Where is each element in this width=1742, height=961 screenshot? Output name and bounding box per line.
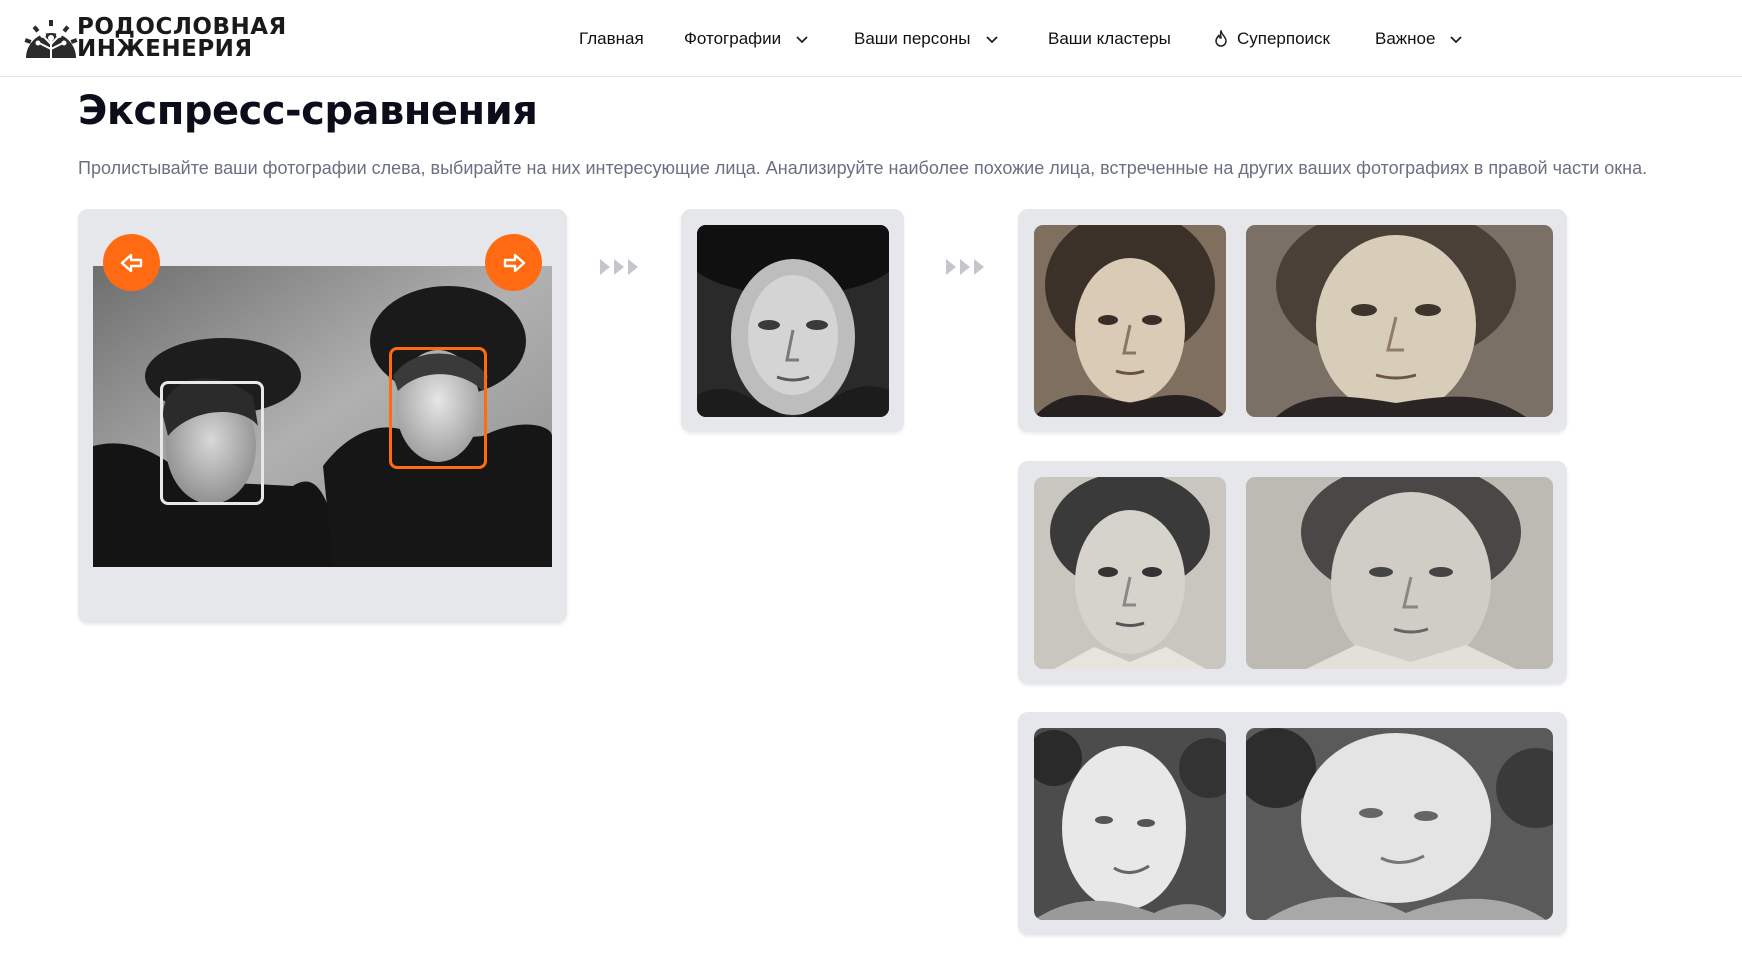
- nav-item-label: Ваши кластеры: [1048, 29, 1171, 48]
- selected-face-thumbnail: [697, 225, 889, 417]
- flow-arrows-icon: [600, 259, 638, 275]
- face-frame-selected[interactable]: [389, 347, 487, 469]
- match-face-thumbnail: [1034, 225, 1226, 417]
- nav-item-clusters[interactable]: Ваши кластеры: [1048, 26, 1171, 52]
- match-card[interactable]: [1018, 209, 1567, 432]
- match-card[interactable]: [1018, 461, 1567, 684]
- chevron-down-icon: [796, 36, 808, 44]
- tree-gear-logo-icon: [24, 20, 78, 58]
- nav-item-label: Фотографии: [684, 29, 782, 48]
- next-photo-button[interactable]: [485, 234, 542, 291]
- top-header: РОДОСЛОВНАЯ ИНЖЕНЕРИЯ Главная Фотографии…: [0, 0, 1742, 77]
- flame-icon: [1215, 30, 1227, 47]
- match-face-thumbnail: [1034, 728, 1226, 920]
- page-title: Экспресс-сравнения: [78, 88, 538, 134]
- selected-face-panel: [681, 209, 904, 432]
- match-face-thumbnail: [1034, 477, 1226, 669]
- logo-line-2: ИНЖЕНЕРИЯ: [77, 36, 253, 62]
- nav-item-persons[interactable]: Ваши персоны: [854, 26, 999, 52]
- chevron-down-icon: [985, 36, 998, 44]
- site-logo[interactable]: РОДОСЛОВНАЯ ИНЖЕНЕРИЯ: [22, 16, 286, 62]
- nav-item-label: Важное: [1375, 29, 1436, 48]
- nav-item-label: Суперпоиск: [1237, 29, 1330, 48]
- arrow-right-icon: [503, 253, 525, 272]
- match-photo-thumbnail: [1246, 728, 1553, 920]
- nav-item-home[interactable]: Главная: [579, 26, 644, 52]
- nav-item-photos[interactable]: Фотографии: [684, 26, 809, 52]
- face-frame-unselected[interactable]: [160, 381, 264, 505]
- logo-text: РОДОСЛОВНАЯ ИНЖЕНЕРИЯ: [77, 14, 287, 62]
- arrow-left-icon: [120, 253, 142, 272]
- match-photo-thumbnail: [1246, 225, 1553, 417]
- match-card[interactable]: [1018, 712, 1567, 935]
- logo-line-1: РОДОСЛОВНАЯ: [77, 14, 287, 40]
- page-subtitle: Пролистывайте ваши фотографии слева, выб…: [78, 158, 1648, 178]
- flow-arrows-icon: [946, 259, 984, 275]
- nav-item-label: Главная: [579, 29, 644, 48]
- chevron-down-icon: [1450, 36, 1463, 44]
- prev-photo-button[interactable]: [103, 234, 160, 291]
- nav-item-label: Ваши персоны: [854, 29, 971, 48]
- match-photo-thumbnail: [1246, 477, 1553, 669]
- nav-item-important[interactable]: Важное: [1375, 26, 1463, 52]
- nav-item-supersearch[interactable]: Суперпоиск: [1213, 26, 1330, 52]
